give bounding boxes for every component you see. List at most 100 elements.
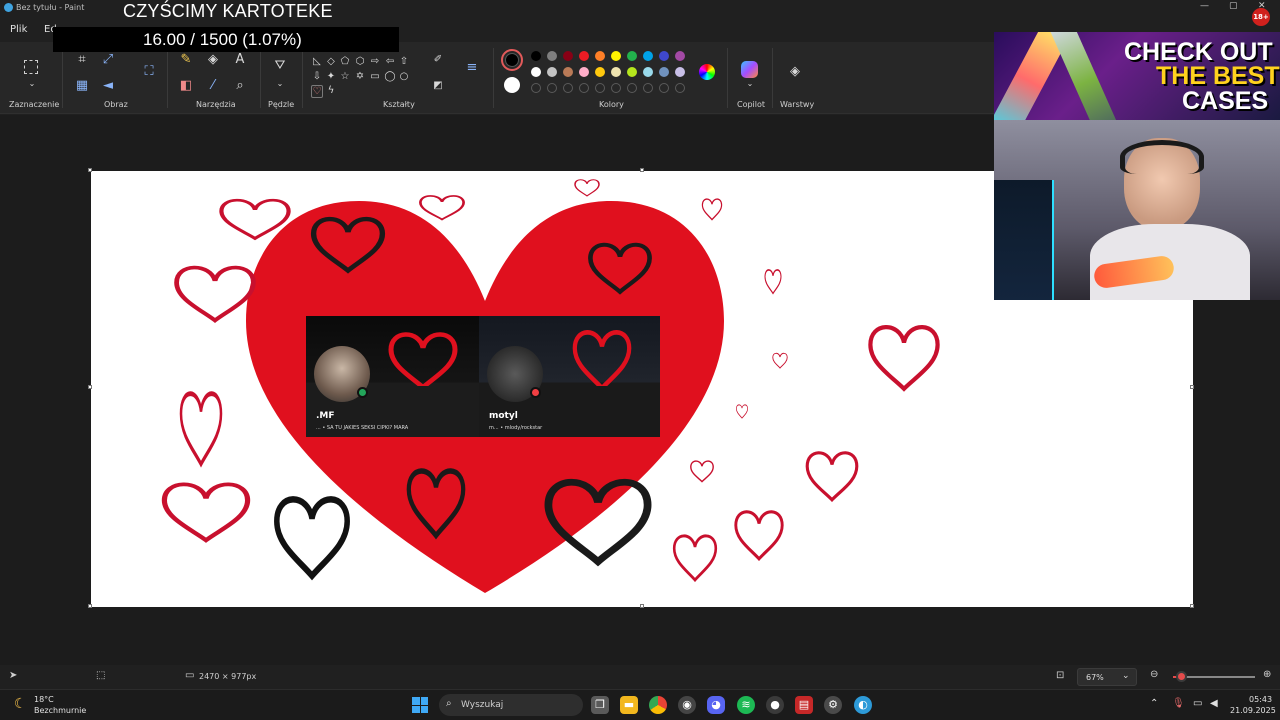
- color-swatch[interactable]: [675, 51, 685, 61]
- chrome-icon[interactable]: [649, 696, 667, 714]
- volume-icon[interactable]: ◀: [1210, 698, 1218, 709]
- paint-taskbar-icon[interactable]: ◐: [854, 696, 872, 714]
- color-swatch[interactable]: [627, 51, 637, 61]
- task-view-icon[interactable]: ❐: [591, 696, 609, 714]
- eraser-icon[interactable]: ◧: [178, 78, 194, 94]
- shape-callout-oval-icon[interactable]: ◯: [384, 71, 396, 82]
- custom-color-slot[interactable]: [531, 83, 541, 93]
- resize-handle[interactable]: [640, 604, 644, 608]
- shape-star5-icon[interactable]: ☆: [339, 71, 351, 82]
- zoom-slider-thumb[interactable]: [1176, 671, 1188, 682]
- color-swatch[interactable]: [659, 51, 669, 61]
- primary-color-button[interactable]: [501, 49, 523, 71]
- color-swatch[interactable]: [659, 67, 669, 77]
- color-swatch[interactable]: [627, 67, 637, 77]
- color-swatch[interactable]: [579, 67, 589, 77]
- size-icon[interactable]: ≡: [464, 60, 480, 76]
- shape-arrow-right-icon[interactable]: ⇨: [369, 56, 381, 67]
- tray-overflow-icon[interactable]: ⌃: [1150, 698, 1158, 709]
- resize-handle[interactable]: [640, 168, 644, 172]
- custom-color-slot[interactable]: [611, 83, 621, 93]
- shape-lightning-icon[interactable]: ϟ: [325, 85, 337, 96]
- pencil-icon[interactable]: ✎: [178, 52, 194, 68]
- microphone-icon[interactable]: 🎙: [1172, 698, 1185, 709]
- custom-color-slot[interactable]: [595, 83, 605, 93]
- color-swatch[interactable]: [611, 51, 621, 61]
- shape-callout-cloud-icon[interactable]: ○: [398, 71, 410, 82]
- layers-icon[interactable]: ◈: [787, 64, 803, 80]
- magnifier-icon[interactable]: ⌕: [232, 78, 248, 94]
- chevron-down-icon[interactable]: ⌄: [272, 76, 288, 92]
- minimize-button[interactable]: —: [1200, 1, 1209, 11]
- app-icon[interactable]: ▤: [795, 696, 813, 714]
- custom-color-slot[interactable]: [659, 83, 669, 93]
- custom-color-slot[interactable]: [675, 83, 685, 93]
- crop-icon[interactable]: ⌗: [74, 52, 90, 68]
- weather-desc[interactable]: Bezchmurnie: [34, 706, 86, 715]
- custom-color-slot[interactable]: [563, 83, 573, 93]
- color-swatch[interactable]: [563, 67, 573, 77]
- taskbar-search[interactable]: ⌕ Wyszukaj: [439, 694, 583, 716]
- color-swatch[interactable]: [531, 67, 541, 77]
- shape-triangle-icon[interactable]: ◺: [311, 56, 323, 67]
- fill-icon[interactable]: ◈: [205, 52, 221, 68]
- shape-star4-icon[interactable]: ✦: [325, 71, 337, 82]
- zoom-out-icon[interactable]: ⊖: [1150, 669, 1158, 680]
- color-picker-icon[interactable]: ⁄: [205, 78, 221, 94]
- settings-icon[interactable]: ⚙: [824, 696, 842, 714]
- brush-icon[interactable]: ⛛: [272, 58, 288, 74]
- shape-arrow-left-icon[interactable]: ⇦: [384, 56, 396, 67]
- resize-handle[interactable]: [1190, 385, 1194, 389]
- color-swatch[interactable]: [595, 67, 605, 77]
- image-select-icon[interactable]: ⛶: [141, 64, 157, 80]
- custom-color-slot[interactable]: [547, 83, 557, 93]
- spotify-icon[interactable]: ≋: [737, 696, 755, 714]
- maximize-button[interactable]: ▢: [1229, 1, 1238, 11]
- secondary-color-button[interactable]: [504, 77, 520, 93]
- clock-date[interactable]: 21.09.2025: [1230, 706, 1276, 715]
- resize-handle[interactable]: [1190, 604, 1194, 608]
- menu-file[interactable]: Plik: [10, 24, 27, 35]
- discord-icon[interactable]: ◕: [707, 696, 725, 714]
- fill-style-icon[interactable]: ◩: [432, 80, 444, 91]
- start-button[interactable]: [412, 697, 428, 713]
- text-icon[interactable]: A: [232, 52, 248, 68]
- custom-color-slot[interactable]: [643, 83, 653, 93]
- color-swatch[interactable]: [643, 51, 653, 61]
- color-swatch[interactable]: [547, 67, 557, 77]
- rotate-icon[interactable]: ◄: [100, 78, 116, 94]
- weather-temp[interactable]: 18°C: [34, 695, 54, 704]
- resize-icon[interactable]: ⤢: [100, 52, 116, 68]
- chevron-down-icon[interactable]: ⌄: [24, 76, 40, 92]
- remove-background-icon[interactable]: ▦: [74, 78, 90, 94]
- color-swatch[interactable]: [643, 67, 653, 77]
- resize-handle[interactable]: [88, 168, 92, 172]
- shape-pentagon-icon[interactable]: ⬠: [339, 56, 351, 67]
- shape-callout-rect-icon[interactable]: ▭: [369, 71, 381, 82]
- shape-heart-icon[interactable]: ♡: [311, 85, 323, 98]
- zoom-in-icon[interactable]: ⊕: [1263, 669, 1271, 680]
- clock-time[interactable]: 05:43: [1249, 695, 1272, 704]
- zoom-select[interactable]: 67% ⌄: [1077, 668, 1137, 686]
- color-swatch[interactable]: [563, 51, 573, 61]
- resize-handle[interactable]: [88, 604, 92, 608]
- obs-icon[interactable]: ◉: [678, 696, 696, 714]
- edit-colors-icon[interactable]: [699, 64, 715, 80]
- shape-star6-icon[interactable]: ✡: [354, 71, 366, 82]
- shape-hexagon-icon[interactable]: ⬡: [354, 56, 366, 67]
- fit-to-window-icon[interactable]: ⊡: [1056, 670, 1064, 681]
- selection-icon[interactable]: [24, 60, 38, 74]
- network-icon[interactable]: ▭: [1193, 698, 1202, 709]
- file-explorer-icon[interactable]: ▬: [620, 696, 638, 714]
- color-swatch[interactable]: [531, 51, 541, 61]
- shape-arrow-up-icon[interactable]: ⇧: [398, 56, 410, 67]
- custom-color-slot[interactable]: [627, 83, 637, 93]
- color-swatch[interactable]: [611, 67, 621, 77]
- shape-arrow-down-icon[interactable]: ⇩: [311, 71, 323, 82]
- color-swatch[interactable]: [595, 51, 605, 61]
- app-icon[interactable]: ●: [766, 696, 784, 714]
- resize-handle[interactable]: [88, 385, 92, 389]
- shape-diamond-icon[interactable]: ◇: [325, 56, 337, 67]
- chevron-down-icon[interactable]: ⌄: [742, 76, 758, 92]
- outline-icon[interactable]: ✐: [432, 54, 444, 65]
